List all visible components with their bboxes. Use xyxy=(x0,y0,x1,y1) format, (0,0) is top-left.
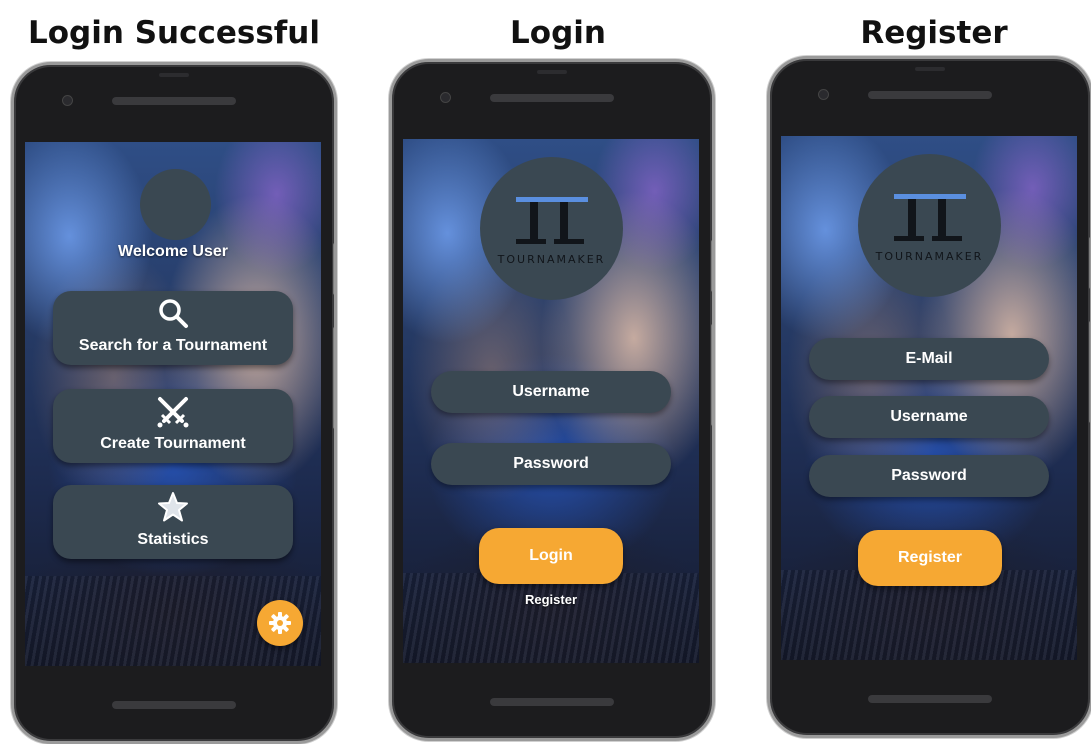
search-icon xyxy=(157,297,189,334)
username-field[interactable]: Username xyxy=(431,371,671,413)
search-tournament-label: Search for a Tournament xyxy=(78,337,268,354)
login-screen: TOURNAMAKER Username Password Login Regi… xyxy=(403,139,699,663)
front-camera xyxy=(62,95,73,106)
tournamaker-logo-icon xyxy=(514,195,590,254)
phone-register: TOURNAMAKER E-Mail Username Password Reg… xyxy=(767,56,1091,738)
logo-text: TOURNAMAKER xyxy=(875,250,984,263)
statistics-button[interactable]: Statistics xyxy=(53,485,293,559)
register-screen: TOURNAMAKER E-Mail Username Password Reg… xyxy=(781,136,1077,660)
password-field[interactable]: Password xyxy=(431,443,671,485)
register-button[interactable]: Register xyxy=(858,530,1002,586)
bottom-speaker xyxy=(490,698,614,706)
login-button[interactable]: Login xyxy=(479,528,623,584)
home-screen: Welcome User Search for a Tournament Cre… xyxy=(25,142,321,666)
phone-login: TOURNAMAKER Username Password Login Regi… xyxy=(389,59,715,741)
register-link[interactable]: Register xyxy=(403,592,699,607)
settings-button[interactable] xyxy=(257,600,303,646)
power-button xyxy=(711,240,712,292)
caption-login: Login xyxy=(510,15,606,51)
phone-home: Welcome User Search for a Tournament Cre… xyxy=(11,62,337,744)
crossed-swords-icon xyxy=(156,395,190,434)
create-tournament-button[interactable]: Create Tournament xyxy=(53,389,293,463)
volume-button xyxy=(711,324,712,426)
email-field[interactable]: E-Mail xyxy=(809,338,1049,380)
gear-icon xyxy=(268,611,292,640)
sensor xyxy=(537,70,567,74)
front-camera xyxy=(818,89,829,100)
sensor xyxy=(159,73,189,77)
front-camera xyxy=(440,92,451,103)
caption-register: Register xyxy=(860,15,1008,51)
earpiece-speaker xyxy=(868,91,992,99)
bottom-speaker xyxy=(112,701,236,709)
power-button xyxy=(333,243,334,295)
app-logo: TOURNAMAKER xyxy=(480,157,623,300)
logo-text: TOURNAMAKER xyxy=(497,253,606,266)
volume-button xyxy=(333,327,334,429)
earpiece-speaker xyxy=(490,94,614,102)
statistics-label: Statistics xyxy=(137,531,209,548)
welcome-text: Welcome User xyxy=(118,243,228,260)
sensor xyxy=(915,67,945,71)
search-tournament-button[interactable]: Search for a Tournament xyxy=(53,291,293,365)
caption-login-successful: Login Successful xyxy=(28,15,320,51)
password-field[interactable]: Password xyxy=(809,455,1049,497)
create-tournament-label: Create Tournament xyxy=(100,435,246,452)
tournamaker-logo-icon xyxy=(892,192,968,251)
star-icon xyxy=(157,491,189,528)
bottom-speaker xyxy=(868,695,992,703)
app-logo: TOURNAMAKER xyxy=(858,154,1001,297)
avatar[interactable] xyxy=(140,169,211,240)
username-field[interactable]: Username xyxy=(809,396,1049,438)
earpiece-speaker xyxy=(112,97,236,105)
